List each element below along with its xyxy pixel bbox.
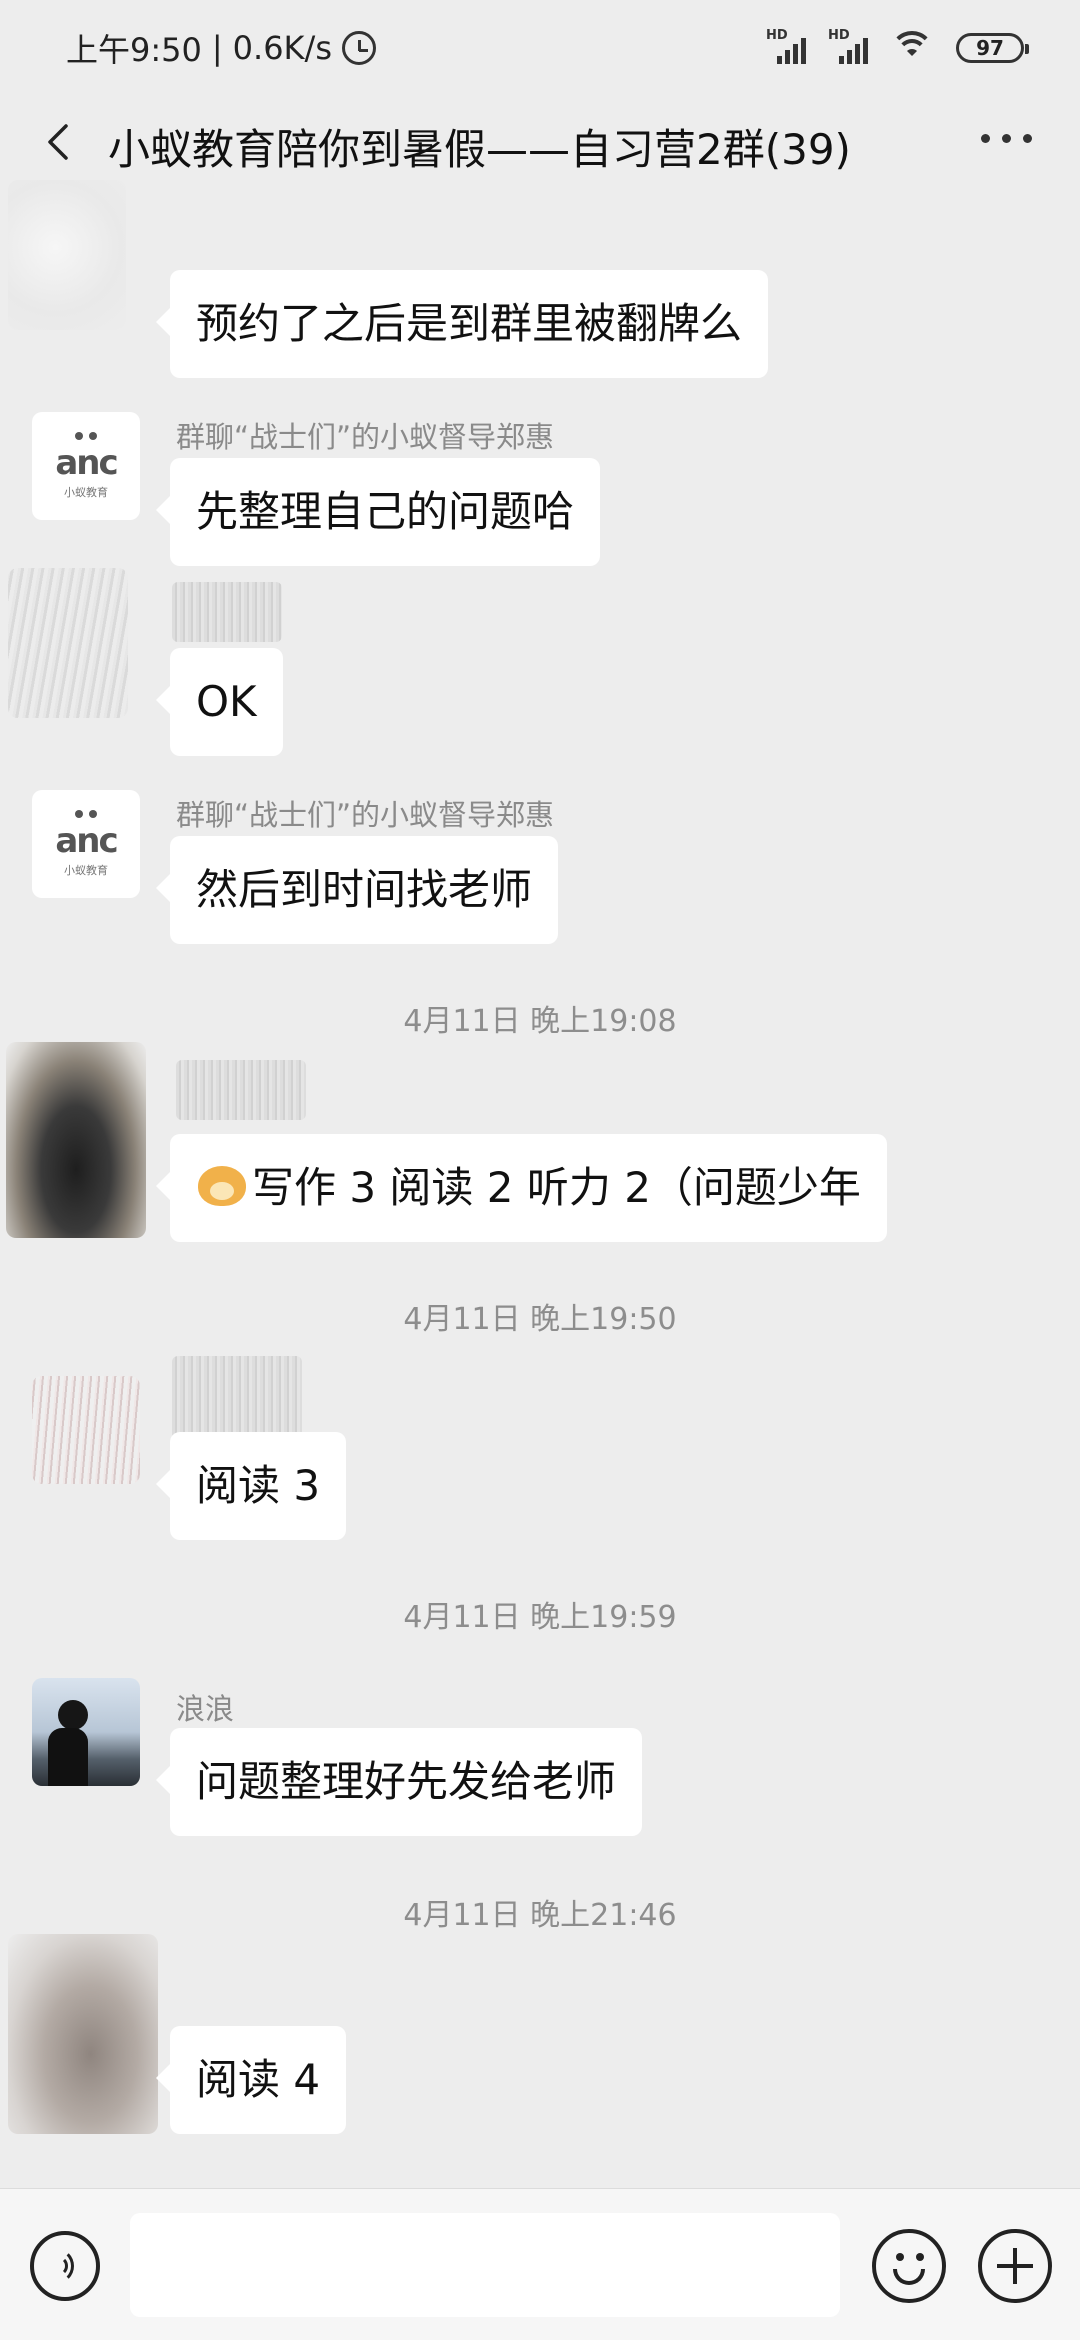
logo-mark: anc xyxy=(55,443,118,483)
logo-subtitle: 小蚁教育 xyxy=(64,864,108,877)
timestamp: 4月11日 晚上19:59 xyxy=(403,1600,677,1635)
message-input[interactable] xyxy=(130,2213,840,2317)
network-speed: 0.6K/s xyxy=(232,29,332,67)
status-right: HD HD 97 xyxy=(766,28,1029,66)
message-bubble[interactable]: OK xyxy=(156,648,283,756)
message-bubble[interactable]: 阅读 3 xyxy=(155,1432,347,1540)
voice-icon[interactable] xyxy=(30,2231,100,2301)
logo-antennae-icon xyxy=(71,810,101,824)
wifi-icon xyxy=(890,31,934,65)
message-bubble[interactable]: 然后到时间找老师 xyxy=(155,836,559,944)
sender-name: 浪浪 xyxy=(176,1692,235,1726)
sender-name: 群聊“战士们”的小蚁督导郑惠 xyxy=(176,420,555,454)
message-bubble[interactable]: 先整理自己的问题哈 xyxy=(155,458,601,566)
logo-mark: anc xyxy=(55,821,118,861)
message-text: 写作 3 阅读 2 听力 2（问题少年 xyxy=(252,1163,861,1212)
message-bubble[interactable]: 写作 3 阅读 2 听力 2（问题少年 xyxy=(156,1134,887,1242)
signal-icon: HD xyxy=(828,28,868,66)
alarm-icon xyxy=(341,31,376,65)
message-bubble[interactable]: 问题整理好先发给老师 xyxy=(155,1728,643,1836)
sender-name xyxy=(176,1060,306,1120)
message-bubble[interactable]: 阅读 4 xyxy=(155,2026,347,2134)
chat-title: 小蚁教育陪你到暑假——自习营2群(39) xyxy=(108,125,851,174)
avatar[interactable] xyxy=(8,180,126,330)
signal-icon: HD xyxy=(766,28,806,66)
avatar[interactable] xyxy=(32,1678,140,1786)
status-time: 上午9:50 xyxy=(66,31,202,69)
doge-emoji-icon xyxy=(196,1162,248,1208)
sender-name xyxy=(172,582,282,642)
plus-icon[interactable] xyxy=(978,2229,1052,2303)
avatar-body-shape xyxy=(48,1728,88,1786)
timestamp: 4月11日 晚上19:50 xyxy=(403,1302,677,1337)
avatar[interactable] xyxy=(6,1042,146,1238)
sender-name: 群聊“战士们”的小蚁督导郑惠 xyxy=(176,798,555,832)
logo-antennae-icon xyxy=(71,432,101,446)
avatar[interactable] xyxy=(8,568,128,718)
back-arrow-icon[interactable] xyxy=(40,122,80,162)
battery-level: 97 xyxy=(976,36,1004,60)
more-options-icon[interactable] xyxy=(981,134,1032,143)
message-bubble[interactable]: 预约了之后是到群里被翻牌么 xyxy=(155,270,769,378)
battery-icon: 97 xyxy=(956,33,1029,63)
avatar[interactable]: anc 小蚁教育 xyxy=(32,790,140,898)
avatar[interactable] xyxy=(32,1376,140,1484)
sender-name xyxy=(172,1356,302,1440)
avatar[interactable] xyxy=(8,1934,158,2134)
chat-header: 小蚁教育陪你到暑假——自习营2群(39) xyxy=(0,96,1080,186)
status-bar: 上午9:50 | 0.6K/s HD HD 97 xyxy=(0,0,1080,96)
timestamp: 4月11日 晚上21:46 xyxy=(403,1898,677,1933)
status-separator: | xyxy=(211,29,223,67)
logo-subtitle: 小蚁教育 xyxy=(64,486,108,499)
status-left: 上午9:50 | 0.6K/s xyxy=(66,25,376,71)
input-bar xyxy=(0,2188,1080,2340)
avatar[interactable]: anc 小蚁教育 xyxy=(32,412,140,520)
avatar-person-shape xyxy=(58,1700,88,1730)
emoji-icon[interactable] xyxy=(872,2229,946,2303)
timestamp: 4月11日 晚上19:08 xyxy=(403,1004,677,1039)
